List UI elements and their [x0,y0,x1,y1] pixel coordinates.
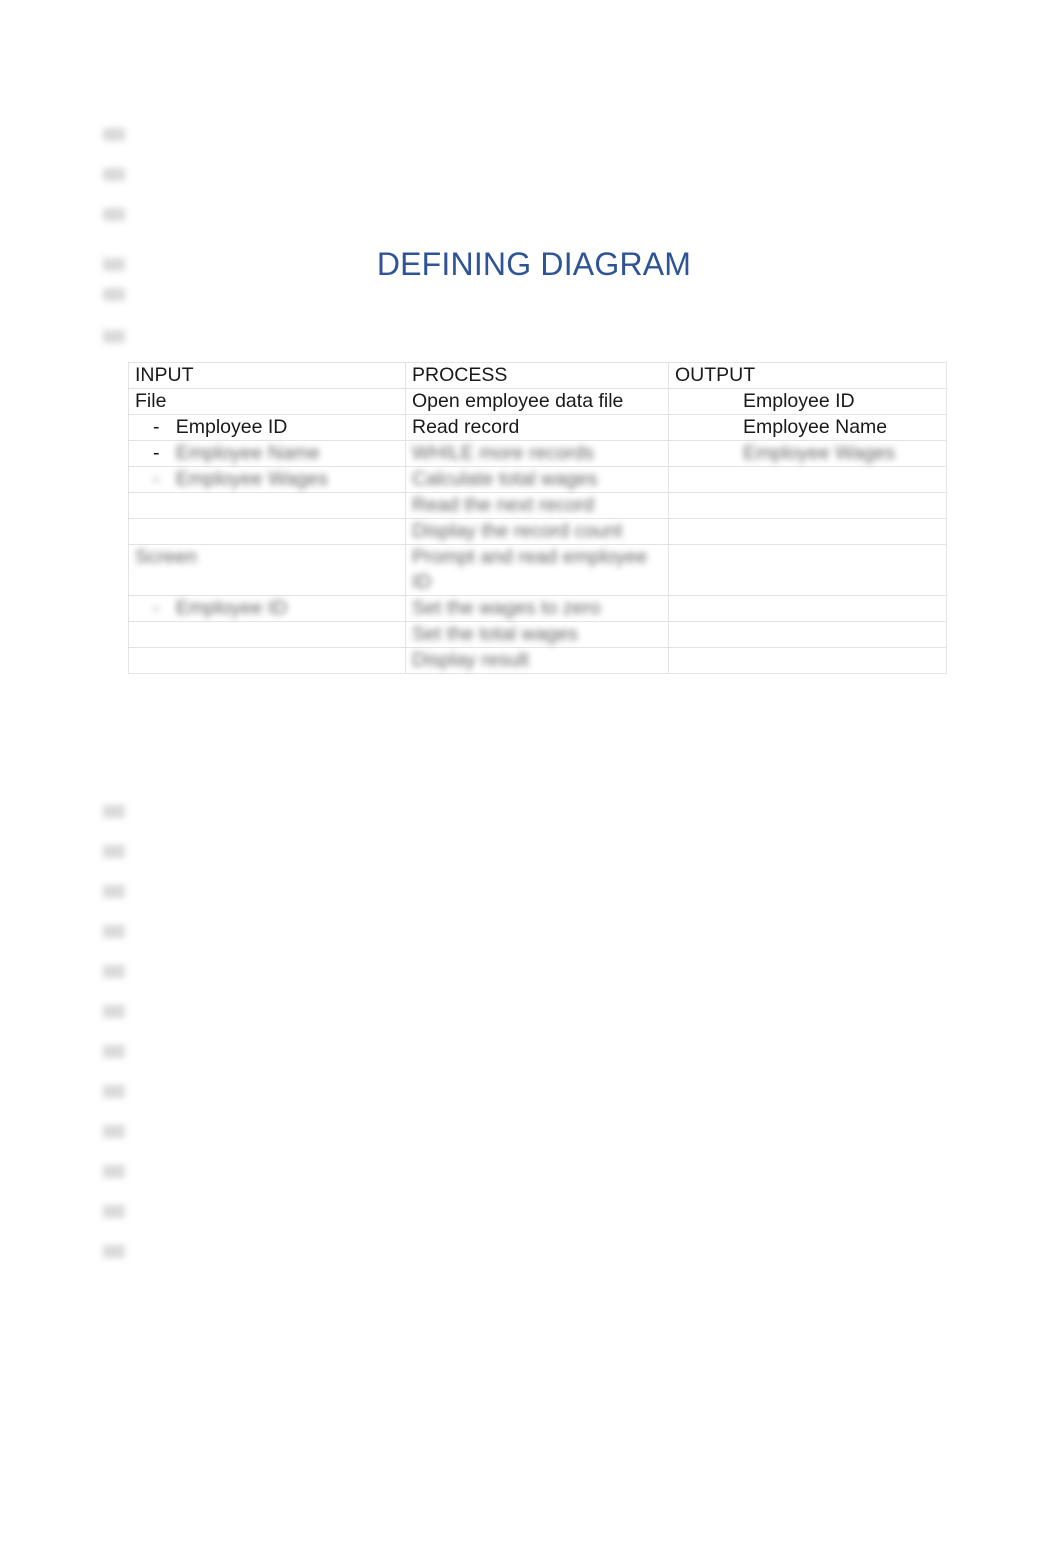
output-value: Employee Wages [743,442,896,464]
cell-output [668,621,947,648]
cell-process: Set the wages to zero [405,595,669,622]
input-value: - Employee Wages [153,468,328,490]
document-page: DEFINING DIAGRAM INPUT PROCESS OUTPUT Fi… [0,0,1062,1556]
process-value: Display result [412,649,530,671]
table-row: Display result [128,647,947,674]
process-value: Open employee data file [412,390,624,412]
cell-process: Open employee data file [405,388,669,415]
table-row: - Employee Wages Calculate total wages [128,466,947,493]
header-cell-input: INPUT [128,362,406,389]
margin-mark [103,885,125,898]
cell-input: - Employee ID [128,595,406,622]
cell-input [128,492,406,519]
cell-output [668,518,947,545]
margin-mark [103,1245,125,1258]
process-value: WHILE more records [412,442,595,464]
input-value: File [135,390,167,412]
column-header-input: INPUT [135,364,194,386]
margin-mark [103,845,125,858]
cell-process: Set the total wages [405,621,669,648]
process-value: Set the wages to zero [412,597,601,619]
process-value: Set the total wages [412,623,578,645]
process-value: Prompt and read employee ID [412,546,648,593]
cell-output [668,492,947,519]
output-value: Employee Name [743,416,888,438]
column-header-output: OUTPUT [675,364,756,386]
cell-input: File [128,388,406,415]
table-row: Display the record count [128,518,947,545]
margin-mark [103,288,125,301]
margin-mark [103,1085,125,1098]
table-row: - Employee Name WHILE more records Emplo… [128,440,947,467]
cell-input: - Employee ID [128,414,406,441]
table-header-row: INPUT PROCESS OUTPUT [128,362,947,389]
margin-mark [103,1165,125,1178]
output-value: Employee ID [743,390,855,412]
margin-mark [103,965,125,978]
cell-output [668,595,947,622]
process-value: Calculate total wages [412,468,598,490]
page-title-wrapper: DEFINING DIAGRAM [128,243,940,285]
process-value: Read record [412,416,520,438]
cell-input [128,621,406,648]
margin-mark [103,330,125,343]
margin-mark [103,168,125,181]
table-row: - Employee ID Read record Employee Name [128,414,947,441]
cell-input: - Employee Wages [128,466,406,493]
cell-process: Display the record count [405,518,669,545]
cell-process: Display result [405,647,669,674]
column-header-process: PROCESS [412,364,508,386]
cell-process: Calculate total wages [405,466,669,493]
process-value: Display the record count [412,520,623,542]
page-title: DEFINING DIAGRAM [376,246,692,282]
input-value: - Employee ID [153,597,288,619]
cell-output: Employee Name [668,414,947,441]
header-cell-process: PROCESS [405,362,669,389]
margin-mark [103,128,125,141]
margin-mark [103,1125,125,1138]
cell-process: Prompt and read employee ID [405,544,669,596]
cell-output [668,544,947,596]
table-row: File Open employee data file Employee ID [128,388,947,415]
table-row: - Employee ID Set the wages to zero [128,595,947,622]
cell-input: - Employee Name [128,440,406,467]
cell-output: Employee Wages [668,440,947,467]
table-row: Read the next record [128,492,947,519]
margin-mark [103,1045,125,1058]
margin-mark [103,805,125,818]
cell-process: WHILE more records [405,440,669,467]
table-row: Set the total wages [128,621,947,648]
cell-input [128,647,406,674]
margin-mark [103,208,125,221]
margin-mark [103,925,125,938]
input-value: Employee Name [159,442,320,464]
input-value: Screen [135,546,197,568]
process-value: Read the next record [412,494,595,516]
cell-output [668,647,947,674]
output-value [675,468,743,490]
table-row: Screen Prompt and read employee ID [128,544,947,596]
cell-process: Read the next record [405,492,669,519]
margin-mark [103,1005,125,1018]
cell-output: Employee ID [668,388,947,415]
cell-input [128,518,406,545]
margin-marks-column [103,0,143,1556]
header-cell-output: OUTPUT [668,362,947,389]
cell-output [668,466,947,493]
cell-input: Screen [128,544,406,596]
margin-mark [103,258,125,271]
defining-diagram-table: INPUT PROCESS OUTPUT File Open employee … [128,362,947,674]
cell-process: Read record [405,414,669,441]
margin-mark [103,1205,125,1218]
input-value: - Employee ID [153,416,288,438]
